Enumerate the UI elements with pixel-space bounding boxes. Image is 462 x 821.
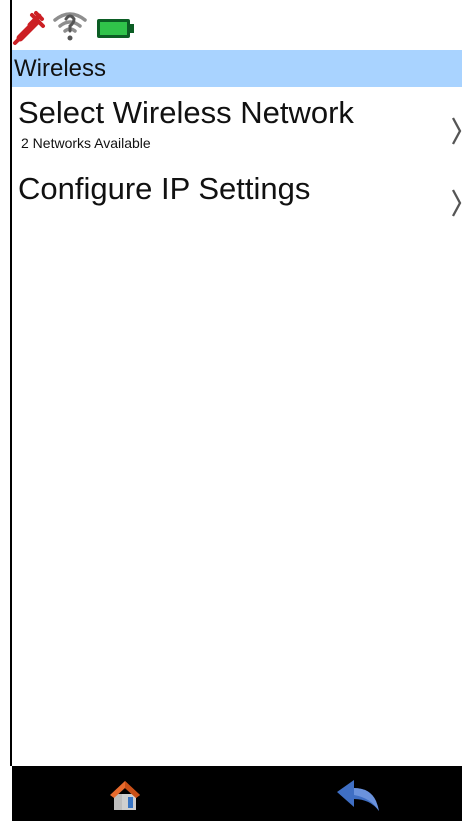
chevron-right-icon: [450, 114, 462, 148]
configure-ip-settings-title: Configure IP Settings: [18, 171, 311, 206]
select-wireless-network-item[interactable]: Select Wireless Network 2 Networks Avail…: [12, 92, 462, 160]
configure-ip-settings-item[interactable]: Configure IP Settings: [12, 168, 462, 222]
select-wireless-network-title: Select Wireless Network: [18, 95, 354, 130]
battery-full-icon: [94, 8, 136, 46]
device-screen: Wireless Select Wireless Network 2 Netwo…: [0, 0, 462, 821]
home-button[interactable]: [106, 778, 144, 812]
bottom-navigation-bar: [12, 766, 462, 821]
section-header: Wireless: [12, 50, 462, 87]
plug-disconnected-icon: [12, 8, 46, 46]
wifi-no-signal-icon: [52, 8, 88, 46]
status-bar: [12, 8, 462, 46]
networks-available-subtitle: 2 Networks Available: [21, 135, 151, 151]
back-button[interactable]: [334, 778, 382, 812]
back-arrow-icon: [334, 778, 382, 812]
home-icon: [106, 778, 144, 812]
chevron-right-icon: [450, 186, 462, 220]
